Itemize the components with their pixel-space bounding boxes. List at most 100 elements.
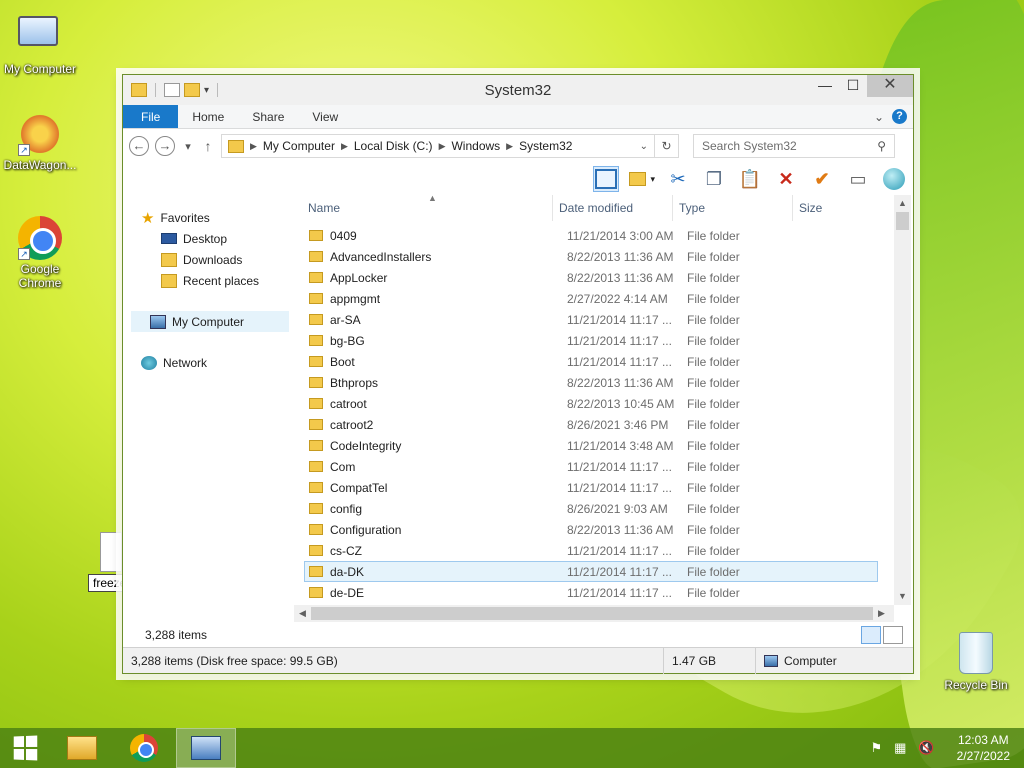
back-button[interactable]: ← [129, 136, 149, 156]
scroll-down-icon[interactable]: ▼ [894, 588, 911, 605]
tab-share[interactable]: Share [238, 105, 298, 128]
search-icon: ⚲ [877, 139, 886, 153]
tab-home[interactable]: Home [178, 105, 238, 128]
column-header-size[interactable]: Size [792, 194, 872, 221]
start-button[interactable] [0, 728, 50, 768]
scroll-up-icon[interactable]: ▲ [894, 195, 911, 212]
breadcrumb-local-disk[interactable]: Local Disk (C:) [354, 139, 433, 153]
refresh-button[interactable]: ↻ [655, 134, 679, 158]
folder-options-button[interactable]: ▾ [629, 166, 655, 192]
document-icon [100, 532, 122, 572]
breadcrumb-separator-icon[interactable]: ▶ [439, 141, 446, 152]
minimize-button[interactable]: — [811, 75, 839, 97]
breadcrumb-system32[interactable]: System32 [519, 139, 572, 153]
desktop-icon-recycle-bin[interactable]: Recycle Bin [936, 632, 1016, 692]
taskbar-chrome[interactable] [114, 728, 174, 768]
details-view-button[interactable] [861, 626, 881, 644]
table-row[interactable]: da-DK 11/21/2014 11:17 ... File folder [304, 561, 878, 582]
table-row[interactable]: AppLocker 8/22/2013 11:36 AM File folder [304, 267, 878, 288]
column-header-name[interactable]: Name [294, 195, 552, 221]
up-button[interactable]: ↑ [201, 138, 215, 154]
nav-network[interactable]: Network [123, 352, 293, 373]
folder-icon[interactable] [131, 83, 147, 97]
clock[interactable]: 12:03 AM 2/27/2022 [947, 732, 1010, 764]
nav-downloads[interactable]: Downloads [123, 249, 293, 270]
folder-icon [309, 335, 323, 346]
table-row[interactable]: Com 11/21/2014 11:17 ... File folder [304, 456, 878, 477]
table-row[interactable]: CompatTel 11/21/2014 11:17 ... File folder [304, 477, 878, 498]
nav-recent-places[interactable]: Recent places [123, 270, 293, 291]
close-button[interactable]: ✕ [867, 75, 913, 97]
file-name: da-DK [330, 564, 365, 579]
table-row[interactable]: Bthprops 8/22/2013 11:36 AM File folder [304, 372, 878, 393]
taskbar-file-explorer[interactable] [52, 728, 112, 768]
table-row[interactable]: Boot 11/21/2014 11:17 ... File folder [304, 351, 878, 372]
file-date: 11/21/2014 11:17 ... [567, 459, 672, 474]
delete-button[interactable]: ✕ [773, 166, 799, 192]
file-type: File folder [687, 333, 740, 348]
search-input[interactable]: Search System32 ⚲ [693, 134, 895, 158]
nav-desktop[interactable]: Desktop [123, 228, 293, 249]
table-row[interactable]: AdvancedInstallers 8/22/2013 11:36 AM File… [304, 246, 878, 267]
copy-icon: ❐ [705, 168, 723, 189]
breadcrumb-my-computer[interactable]: My Computer [263, 139, 335, 153]
table-row[interactable]: config 8/26/2021 9:03 AM File folder [304, 498, 878, 519]
breadcrumb-separator-icon[interactable]: ▶ [341, 141, 348, 152]
table-row[interactable]: appmgmt 2/27/2022 4:14 AM File folder [304, 288, 878, 309]
preview-pane-button[interactable] [593, 166, 619, 192]
column-header-date[interactable]: Date modified [552, 194, 672, 221]
table-row[interactable]: catroot 8/22/2013 10:45 AM File folder [304, 393, 878, 414]
file-name: Boot [330, 354, 355, 369]
forward-button[interactable]: → [155, 136, 175, 156]
scroll-left-icon[interactable]: ◀ [294, 608, 311, 619]
network-status-icon[interactable]: ▦ [894, 740, 906, 756]
scroll-thumb[interactable] [896, 212, 909, 230]
recent-locations-button[interactable]: ▾ [181, 140, 195, 153]
action-center-flag-icon[interactable]: ⚑ [870, 740, 882, 756]
cut-button[interactable]: ✂ [665, 166, 691, 192]
properties-button[interactable]: ✔ [809, 166, 835, 192]
nav-favorites[interactable]: ★ Favorites [123, 207, 293, 228]
volume-muted-icon[interactable]: 🔇 [918, 740, 934, 756]
tab-file[interactable]: File [123, 105, 179, 128]
desktop-icon-google-chrome[interactable]: ↗ Google Chrome [0, 216, 80, 290]
maximize-button[interactable]: ☐ [839, 75, 867, 97]
table-row[interactable]: CodeIntegrity 11/21/2014 3:48 AM File fold… [304, 435, 878, 456]
title-bar[interactable]: ▾ System32 — ☐ ✕ [123, 75, 913, 105]
desktop-icon-my-computer[interactable]: My Computer [0, 10, 80, 76]
file-name: Bthprops [330, 375, 379, 390]
scroll-right-icon[interactable]: ▶ [873, 608, 890, 619]
new-folder-icon[interactable] [184, 83, 200, 97]
expand-ribbon-icon[interactable]: ⌄ [874, 110, 884, 124]
taskbar-remote-app[interactable] [176, 728, 236, 768]
scroll-thumb[interactable] [311, 607, 873, 620]
properties-icon[interactable] [164, 83, 180, 97]
breadcrumb-separator-icon[interactable]: ▶ [506, 141, 513, 152]
paste-button[interactable]: 📋 [737, 166, 763, 192]
rename-button[interactable]: ▭ [845, 166, 871, 192]
copy-button[interactable]: ❐ [701, 166, 727, 192]
nav-label: Favorites [160, 210, 210, 225]
customize-qat-icon[interactable]: ▾ [204, 85, 209, 96]
address-dropdown-icon[interactable]: ⌄ [640, 141, 648, 152]
table-row[interactable]: catroot2 8/26/2021 3:46 PM File folder [304, 414, 878, 435]
table-row[interactable]: de-DE 11/21/2014 11:17 ... File folder [304, 582, 878, 603]
column-header-type[interactable]: Type [672, 194, 792, 221]
tab-view[interactable]: View [298, 105, 352, 128]
breadcrumb-separator-icon[interactable]: ▶ [250, 141, 257, 152]
table-row[interactable]: cs-CZ 11/21/2014 11:17 ... File folder [304, 540, 878, 561]
network-button[interactable] [881, 166, 907, 192]
table-row[interactable]: bg-BG 11/21/2014 11:17 ... File folder [304, 330, 878, 351]
nav-label: Downloads [183, 252, 243, 267]
table-row[interactable]: Configuration 8/22/2013 11:36 AM File fold… [304, 519, 878, 540]
horizontal-scrollbar[interactable]: ◀ ▶ [294, 605, 894, 622]
vertical-scrollbar[interactable]: ▲ ▼ [894, 195, 911, 605]
table-row[interactable]: ar-SA 11/21/2014 11:17 ... File folder [304, 309, 878, 330]
large-icons-view-button[interactable] [883, 626, 903, 644]
address-bar[interactable]: ▶ My Computer ▶ Local Disk (C:) ▶ Window… [221, 134, 655, 158]
help-icon[interactable]: ? [892, 109, 907, 124]
breadcrumb-windows[interactable]: Windows [451, 139, 500, 153]
table-row[interactable]: 0409 11/21/2014 3:00 AM File folder [304, 225, 878, 246]
nav-my-computer[interactable]: My Computer [131, 311, 289, 332]
desktop-icon-datawagon[interactable]: ↗ DataWagon... [0, 112, 80, 172]
